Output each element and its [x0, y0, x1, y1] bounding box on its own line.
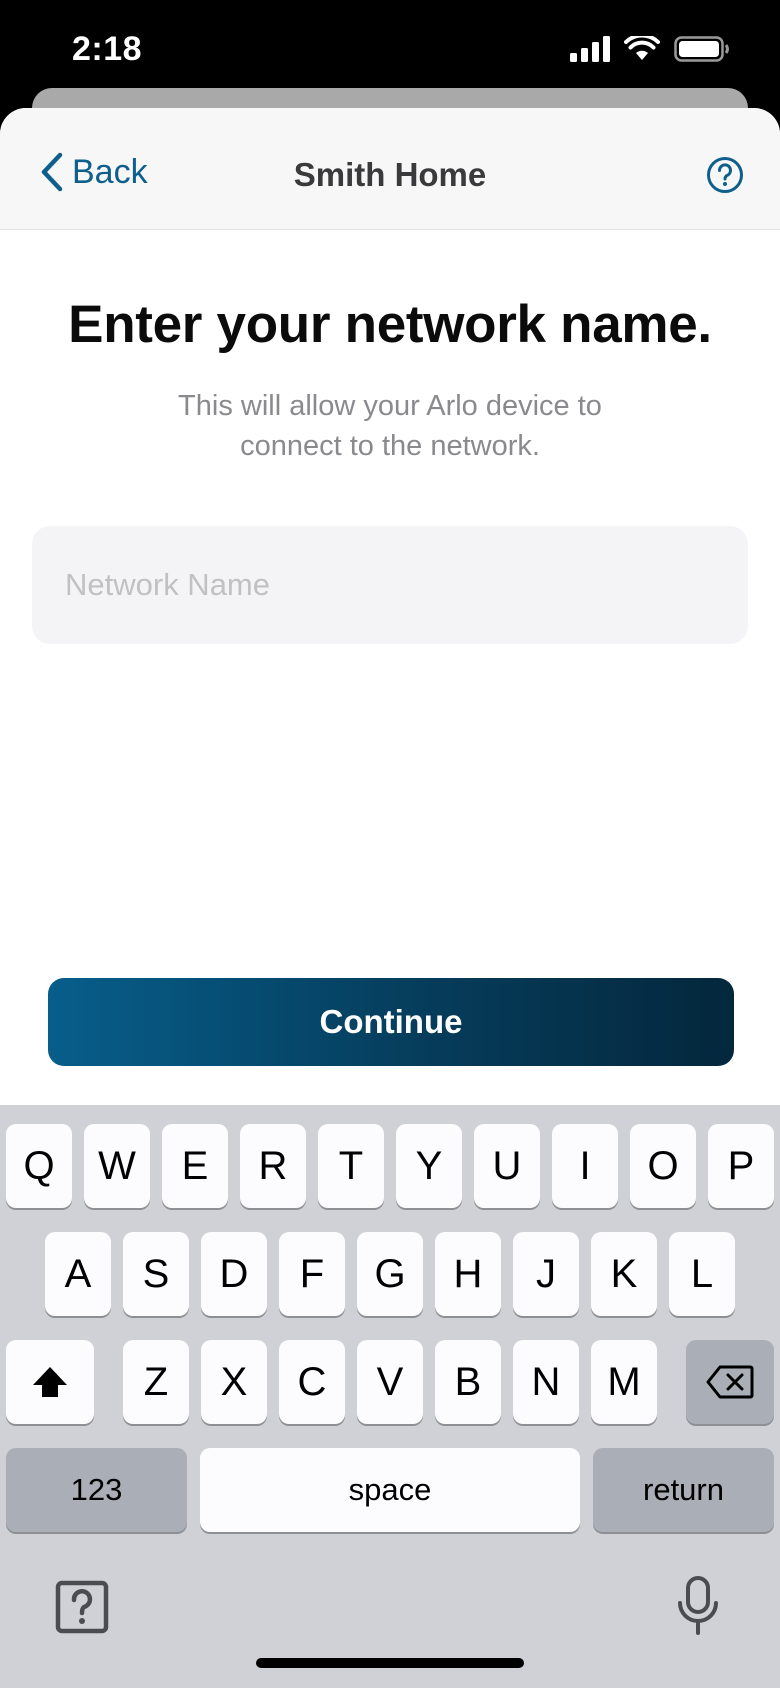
key-d[interactable]: D: [201, 1232, 267, 1316]
key-v[interactable]: V: [357, 1340, 423, 1424]
numbers-key[interactable]: 123: [6, 1448, 187, 1532]
help-icon[interactable]: [706, 156, 744, 194]
screen-heading: Enter your network name.: [68, 295, 712, 354]
key-x[interactable]: X: [201, 1340, 267, 1424]
delete-icon: [706, 1365, 754, 1399]
return-key[interactable]: return: [593, 1448, 774, 1532]
key-a[interactable]: A: [45, 1232, 111, 1316]
page-title: Smith Home: [293, 156, 487, 193]
key-u[interactable]: U: [474, 1124, 540, 1208]
key-e[interactable]: E: [162, 1124, 228, 1208]
microphone-icon[interactable]: [676, 1575, 720, 1637]
key-o[interactable]: O: [630, 1124, 696, 1208]
status-time: 2:18: [72, 30, 143, 68]
key-z[interactable]: Z: [123, 1340, 189, 1424]
network-name-field: [32, 526, 748, 644]
key-w[interactable]: W: [84, 1124, 150, 1208]
status-bar: 2:18: [0, 0, 780, 100]
battery-icon: [674, 36, 729, 62]
key-h[interactable]: H: [435, 1232, 501, 1316]
on-screen-keyboard: Q W E R T Y U I O P A S D F G H J K L Z …: [0, 1105, 780, 1688]
home-indicator: [256, 1658, 524, 1668]
shift-icon: [33, 1367, 67, 1397]
key-n[interactable]: N: [513, 1340, 579, 1424]
key-j[interactable]: J: [513, 1232, 579, 1316]
shift-key[interactable]: [6, 1340, 94, 1424]
key-l[interactable]: L: [669, 1232, 735, 1316]
delete-key[interactable]: [686, 1340, 774, 1424]
keyboard-help-icon[interactable]: [55, 1580, 109, 1634]
key-s[interactable]: S: [123, 1232, 189, 1316]
key-k[interactable]: K: [591, 1232, 657, 1316]
key-q[interactable]: Q: [6, 1124, 72, 1208]
navigation-bar: Back Smith Home: [0, 108, 780, 230]
key-y[interactable]: Y: [396, 1124, 462, 1208]
key-t[interactable]: T: [318, 1124, 384, 1208]
wifi-icon: [624, 36, 660, 60]
continue-button[interactable]: Continue: [48, 978, 734, 1066]
key-b[interactable]: B: [435, 1340, 501, 1424]
network-name-input[interactable]: [32, 526, 748, 644]
key-r[interactable]: R: [240, 1124, 306, 1208]
key-c[interactable]: C: [279, 1340, 345, 1424]
signal-icon: [570, 36, 610, 62]
key-p[interactable]: P: [708, 1124, 774, 1208]
key-f[interactable]: F: [279, 1232, 345, 1316]
key-m[interactable]: M: [591, 1340, 657, 1424]
key-g[interactable]: G: [357, 1232, 423, 1316]
key-i[interactable]: I: [552, 1124, 618, 1208]
space-key[interactable]: space: [200, 1448, 580, 1532]
screen-subtext: This will allow your Arlo device to conn…: [178, 390, 602, 462]
